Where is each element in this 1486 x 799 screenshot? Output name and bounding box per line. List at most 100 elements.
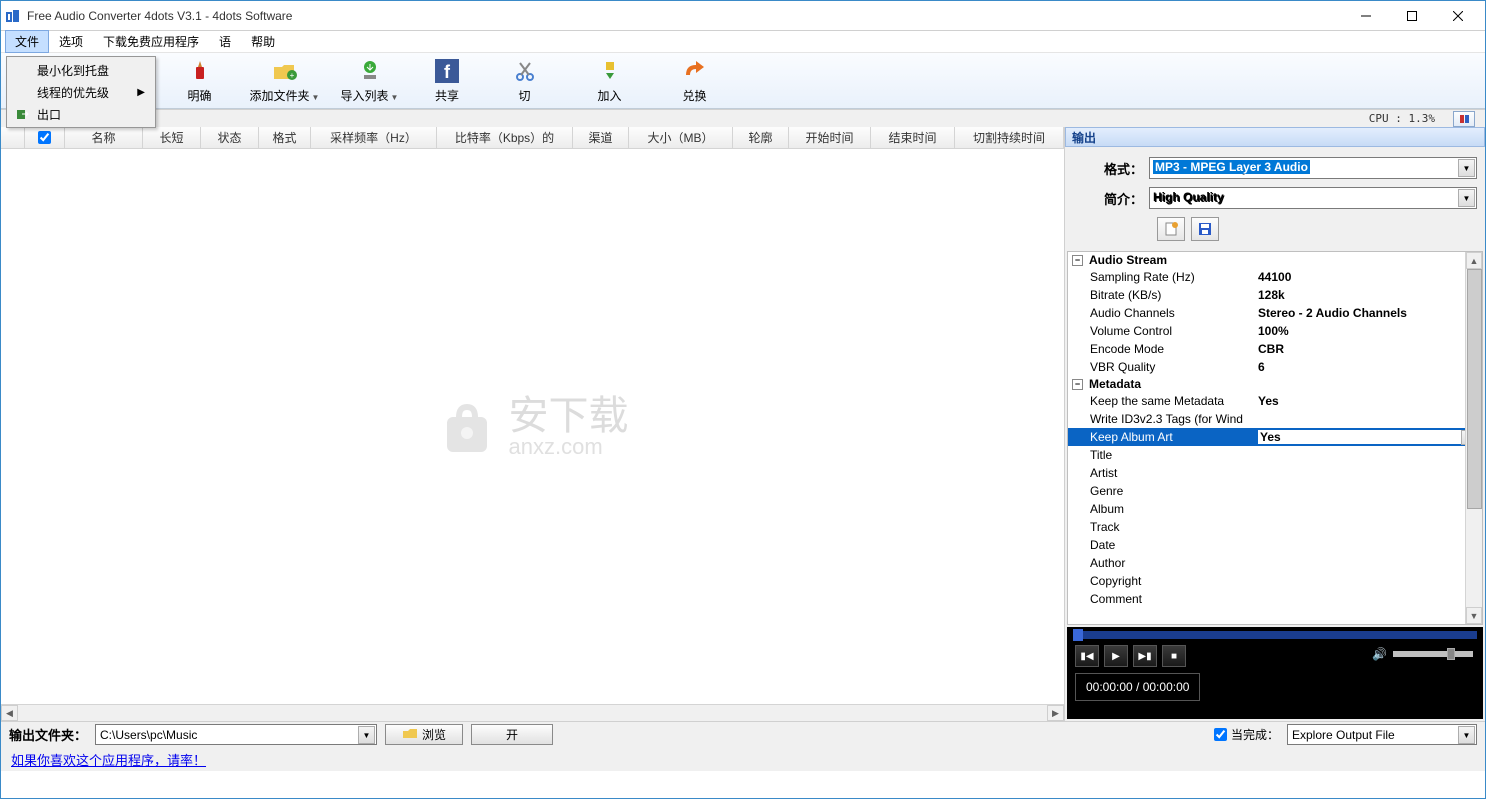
col-cut-duration[interactable]: 切割持续时间 [955, 127, 1064, 148]
clear-button[interactable]: 明确 [157, 55, 242, 107]
dropdown-arrow-icon: ▼ [1458, 726, 1475, 744]
property-grid[interactable]: −Audio Stream Sampling Rate (Hz)44100 Bi… [1067, 251, 1483, 625]
join-icon [596, 57, 624, 85]
prop-group-metadata[interactable]: −Metadata [1068, 376, 1482, 392]
prop-row: Artist [1068, 464, 1482, 482]
menu-item-exit[interactable]: 出口 [9, 103, 153, 125]
col-format[interactable]: 格式 [259, 127, 311, 148]
cut-button[interactable]: 切 [482, 55, 567, 107]
prop-row: Comment [1068, 590, 1482, 608]
prev-button[interactable]: ▮◀ [1075, 645, 1099, 667]
link-bar: 如果你喜欢这个应用程序，请率！ [1, 747, 1485, 771]
prop-row: Bitrate (KB/s)128k [1068, 286, 1482, 304]
output-header: 输出 [1065, 127, 1485, 147]
next-button[interactable]: ▶▮ [1133, 645, 1157, 667]
prop-row: Audio ChannelsStereo - 2 Audio Channels [1068, 304, 1482, 322]
prop-row: Author [1068, 554, 1482, 572]
stop-button[interactable]: ■ [1162, 645, 1186, 667]
col-profile[interactable]: 轮廓 [733, 127, 789, 148]
svg-text:+: + [289, 71, 294, 80]
new-profile-button[interactable] [1157, 217, 1185, 241]
scroll-right-icon[interactable]: ▶ [1047, 705, 1064, 721]
join-button[interactable]: 加入 [567, 55, 652, 107]
collapse-icon[interactable]: − [1072, 379, 1083, 390]
cpu-status-bar: CPU : 1.3% [1, 109, 1485, 127]
close-button[interactable] [1435, 1, 1481, 31]
prop-row: Genre [1068, 482, 1482, 500]
convert-button[interactable]: 兑换 [652, 55, 737, 107]
dropdown-arrow-icon: ▼ [391, 93, 399, 102]
select-all-checkbox[interactable] [38, 131, 51, 144]
play-button[interactable]: ▶ [1104, 645, 1128, 667]
toolbar: 明确 + 添加文件夹▼ 导入列表▼ f 共享 切 加入 兑换 [1, 53, 1485, 109]
col-size[interactable]: 大小（MB） [629, 127, 733, 148]
volume-thumb[interactable] [1447, 648, 1455, 660]
profile-select[interactable]: High Quality [1149, 187, 1477, 209]
output-folder-combo[interactable]: C:\Users\pc\Music ▼ [95, 724, 377, 745]
output-pane: 输出 格式： MP3 - MPEG Layer 3 Audio MP3 - MP… [1065, 127, 1485, 721]
dropdown-arrow-icon: ▼ [312, 93, 320, 102]
col-name[interactable]: 名称 [65, 127, 143, 148]
minimize-button[interactable] [1343, 1, 1389, 31]
import-list-button[interactable]: 导入列表▼ [327, 55, 412, 107]
col-channels[interactable]: 渠道 [573, 127, 629, 148]
scroll-left-icon[interactable]: ◀ [1, 705, 18, 721]
menu-options[interactable]: 选项 [49, 30, 93, 53]
prop-row: Copyright [1068, 572, 1482, 590]
col-samplerate[interactable]: 采样频率（Hz） [311, 127, 437, 148]
table-header: 名称 长短 状态 格式 采样频率（Hz） 比特率（Kbps）的 渠道 大小（MB… [1, 127, 1064, 149]
file-list-pane: 名称 长短 状态 格式 采样频率（Hz） 比特率（Kbps）的 渠道 大小（MB… [1, 127, 1065, 721]
browse-button[interactable]: 浏览 [385, 724, 463, 745]
scroll-thumb[interactable] [1467, 269, 1482, 509]
when-done-checkbox[interactable]: 当完成： [1214, 726, 1279, 743]
menu-item-minimize-to-tray[interactable]: 最小化到托盘 [9, 59, 153, 81]
scroll-up-icon[interactable]: ▲ [1466, 252, 1482, 269]
seek-bar[interactable] [1073, 631, 1477, 639]
collapse-icon[interactable]: − [1072, 255, 1083, 266]
prop-row: Date [1068, 536, 1482, 554]
rate-app-link[interactable]: 如果你喜欢这个应用程序，请率！ [11, 750, 206, 769]
output-folder-label: 输出文件夹： [9, 725, 87, 744]
titlebar: Free Audio Converter 4dots V3.1 - 4dots … [1, 1, 1485, 31]
maximize-button[interactable] [1389, 1, 1435, 31]
open-button[interactable]: 开 [471, 724, 553, 745]
exit-icon [15, 106, 31, 122]
import-list-icon [356, 57, 384, 85]
col-status[interactable]: 状态 [201, 127, 259, 148]
volume-slider[interactable] [1393, 651, 1473, 657]
seek-thumb[interactable] [1073, 629, 1083, 641]
menu-item-thread-priority[interactable]: 线程的优先级▶ [9, 81, 153, 103]
volume-icon[interactable]: 🔊 [1372, 647, 1387, 661]
menu-file[interactable]: 文件 [5, 30, 49, 53]
menu-download[interactable]: 下载免费应用程序 [93, 30, 209, 53]
svg-text:f: f [444, 62, 451, 82]
prop-row: Volume Control100% [1068, 322, 1482, 340]
col-end[interactable]: 结束时间 [871, 127, 955, 148]
add-folder-icon: + [271, 57, 299, 85]
menu-lang[interactable]: 语 [209, 30, 241, 53]
save-profile-button[interactable] [1191, 217, 1219, 241]
scissors-icon [511, 57, 539, 85]
menu-help[interactable]: 帮助 [241, 30, 285, 53]
table-body[interactable]: 安下载anxz.com [1, 149, 1064, 704]
toggle-panel-button[interactable] [1453, 111, 1475, 127]
scroll-down-icon[interactable]: ▼ [1466, 607, 1482, 624]
col-bitrate[interactable]: 比特率（Kbps）的 [437, 127, 573, 148]
prop-group-audio-stream[interactable]: −Audio Stream [1068, 252, 1482, 268]
when-done-combo[interactable]: Explore Output File ▼ [1287, 724, 1477, 745]
horizontal-scrollbar[interactable]: ◀ ▶ [1, 704, 1064, 721]
prop-row: Encode ModeCBR [1068, 340, 1482, 358]
clear-icon [186, 57, 214, 85]
prop-row: Title [1068, 446, 1482, 464]
add-folder-button[interactable]: + 添加文件夹▼ [242, 55, 327, 107]
audio-player: ▮◀ ▶ ▶▮ ■ 00:00:00 / 00:00:00 🔊 [1067, 627, 1483, 719]
vertical-scrollbar[interactable]: ▲ ▼ [1465, 252, 1482, 624]
col-start[interactable]: 开始时间 [789, 127, 871, 148]
prop-row-selected[interactable]: Keep Album ArtYes▼ [1068, 428, 1482, 446]
col-length[interactable]: 长短 [143, 127, 201, 148]
prop-row: Track [1068, 518, 1482, 536]
player-time: 00:00:00 / 00:00:00 [1075, 673, 1200, 701]
share-button[interactable]: f 共享 [412, 55, 482, 107]
format-select[interactable]: MP3 - MPEG Layer 3 Audio [1149, 157, 1477, 179]
submenu-arrow-icon: ▶ [137, 87, 145, 98]
